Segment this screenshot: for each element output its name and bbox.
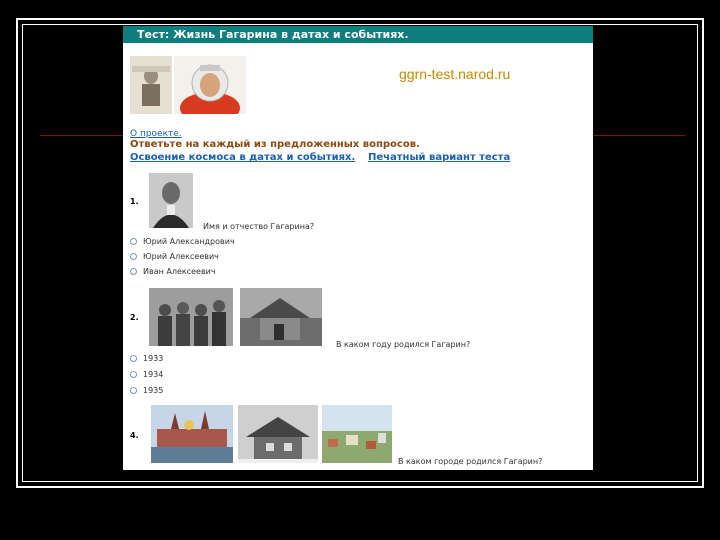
header-photo-cosmonaut (174, 56, 246, 114)
radio-button[interactable] (130, 268, 137, 275)
answer-option[interactable]: Иван Алексеевич (130, 266, 216, 277)
question-photo-family (149, 288, 233, 346)
answer-option[interactable]: 1934 (130, 369, 163, 380)
answer-label: 1934 (143, 370, 164, 379)
question-photo-portrait (149, 173, 193, 228)
radio-button[interactable] (130, 253, 137, 260)
header-photo-child (130, 56, 172, 114)
answer-label: 1935 (143, 386, 164, 395)
instruction-text: Ответьте на каждый из предложенных вопро… (130, 139, 420, 150)
answer-label: 1933 (143, 354, 164, 363)
radio-button[interactable] (130, 238, 137, 245)
answer-option[interactable]: Юрий Алексеевич (130, 251, 219, 262)
answer-label: Иван Алексеевич (143, 267, 216, 276)
radio-button[interactable] (130, 371, 137, 378)
page-title: Тест: Жизнь Гагарина в датах и событиях. (123, 26, 593, 43)
answer-label: Юрий Александрович (143, 237, 235, 246)
question-text: В каком городе родился Гагарин? (398, 457, 543, 466)
webpage-screenshot: Тест: Жизнь Гагарина в датах и событиях.… (123, 26, 593, 470)
space-history-link[interactable]: Освоение космоса в датах и событиях. (130, 152, 355, 163)
question-number: 2. (130, 313, 139, 322)
radio-button[interactable] (130, 355, 137, 362)
answer-option[interactable]: 1933 (130, 353, 163, 364)
question-photo-kremlin (151, 405, 233, 463)
question-text: Имя и отчество Гагарина? (203, 222, 315, 231)
site-url: ggrn-test.narod.ru (399, 66, 511, 82)
answer-label: Юрий Алексеевич (143, 252, 219, 261)
question-number: 1. (130, 197, 139, 206)
question-number: 4. (130, 431, 139, 440)
question-photo-house (240, 288, 322, 346)
about-link[interactable]: О проекте. (130, 129, 182, 139)
answer-option[interactable]: 1935 (130, 385, 163, 396)
answer-option[interactable]: Юрий Александрович (130, 236, 235, 247)
question-text: В каком году родился Гагарин? (336, 340, 471, 349)
question-photo-village (238, 405, 318, 463)
question-photo-town (322, 405, 392, 463)
radio-button[interactable] (130, 387, 137, 394)
print-version-link[interactable]: Печатный вариант теста (368, 152, 510, 163)
